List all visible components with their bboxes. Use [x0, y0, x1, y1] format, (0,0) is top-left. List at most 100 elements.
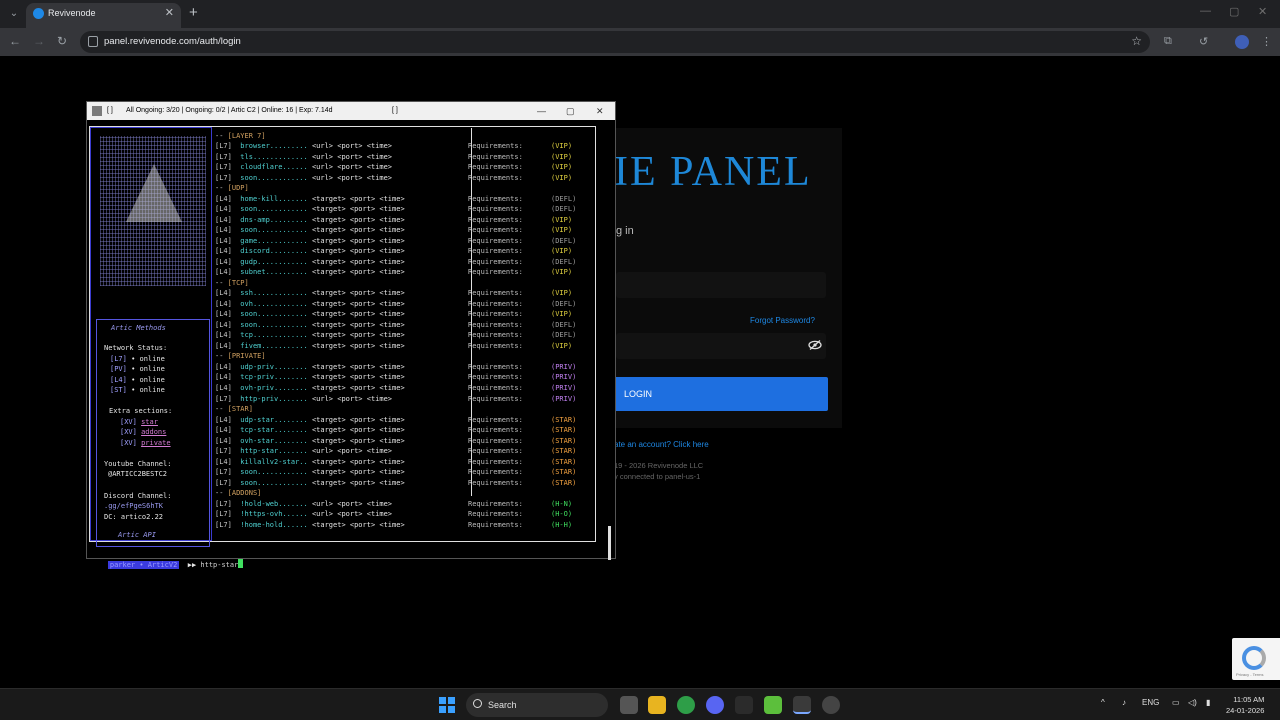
terminal-scrollbar[interactable]: [608, 526, 611, 560]
recaptcha-icon: [1242, 646, 1266, 670]
extra-link-star[interactable]: star: [141, 418, 158, 426]
address-bar[interactable]: panel.revivenode.com/auth/login ☆: [80, 31, 1150, 53]
task-view-icon[interactable]: [620, 696, 638, 714]
app-cube-icon[interactable]: [764, 696, 782, 714]
method-row: [L4] udp-priv........ <target> <port> <t…: [215, 362, 576, 373]
history-icon[interactable]: ↺: [1199, 35, 1208, 48]
method-args: <target> <port> <time>: [311, 215, 405, 224]
windows-start-icon[interactable]: [439, 697, 455, 713]
category-dashes: --: [215, 278, 224, 287]
profile-avatar[interactable]: [1235, 35, 1249, 49]
extra-link-private[interactable]: private: [141, 439, 171, 447]
clock-date: 24-01-2026: [1226, 706, 1265, 715]
chevron-up-icon[interactable]: ^: [1101, 698, 1105, 707]
method-args: <target> <port> <time>: [311, 257, 405, 266]
close-tab-icon[interactable]: ✕: [165, 3, 174, 24]
kebab-menu-icon[interactable]: ⋮: [1261, 35, 1272, 48]
method-layer: [L4]: [215, 289, 232, 298]
method-name: http-priv.......: [240, 394, 308, 403]
requirement-badge: (VIP): [551, 341, 573, 350]
method-layer: [L7]: [215, 468, 232, 477]
close-window-button[interactable]: ✕: [1258, 5, 1267, 18]
method-layer: [L4]: [215, 310, 232, 319]
method-name: soon............: [240, 320, 308, 329]
sidebar-footer: Artic API: [118, 531, 156, 539]
battery-icon[interactable]: ▮: [1206, 698, 1210, 707]
requirement-badge: (STAR): [551, 447, 577, 456]
terminal-app-taskbar-icon[interactable]: [793, 696, 811, 714]
prompt-input[interactable]: http-star: [200, 561, 238, 569]
command-prompt[interactable]: parker • ArticV2 ▶▶ http-star: [91, 549, 244, 569]
category-dashes: --: [215, 352, 224, 361]
recaptcha-badge[interactable]: Privacy - Terms: [1232, 638, 1280, 680]
url-text[interactable]: panel.revivenode.com/auth/login: [104, 31, 241, 53]
method-row: [L4] game............ <target> <port> <t…: [215, 236, 576, 247]
method-args: <target> <port> <time>: [311, 436, 405, 445]
method-name: !hold-web.......: [240, 499, 308, 508]
eye-slash-icon[interactable]: [808, 340, 822, 350]
forward-arrow-icon[interactable]: →: [33, 34, 45, 48]
terminal-body[interactable]: Artic Methods Network Status: [L7] • onl…: [87, 120, 615, 560]
status-value: • online: [131, 355, 165, 363]
terminal-close-button[interactable]: ✕: [596, 102, 604, 120]
file-explorer-icon[interactable]: [648, 696, 666, 714]
mic-icon[interactable]: ♪: [1122, 698, 1126, 707]
taskbar-search-input[interactable]: Search: [466, 693, 608, 717]
revivenode-favicon-icon: [33, 8, 44, 19]
requirement-badge: (VIP): [551, 173, 573, 182]
tab-search-icon[interactable]: ⌄: [6, 6, 22, 22]
method-layer: [L7]: [215, 152, 232, 161]
extensions-puzzle-icon[interactable]: ⧉: [1164, 35, 1172, 48]
terminal-maximize-button[interactable]: ▢: [566, 102, 575, 120]
password-field[interactable]: [616, 333, 826, 359]
network-icon[interactable]: ▭: [1172, 698, 1180, 707]
method-row: [L7] !hold-web....... <url> <port> <time…: [215, 499, 572, 510]
create-account-link[interactable]: ate an account? Click here: [614, 440, 709, 449]
reload-icon[interactable]: ↻: [57, 34, 67, 48]
minimize-window-button[interactable]: —: [1200, 5, 1211, 17]
requirement-badge: (STAR): [551, 478, 577, 487]
method-layer: [L4]: [215, 362, 232, 371]
language-indicator[interactable]: ENG: [1142, 698, 1159, 707]
method-args: <url> <port> <time>: [311, 394, 393, 403]
new-tab-button[interactable]: +: [189, 4, 198, 21]
method-name: !https-ovh......: [240, 510, 308, 519]
back-arrow-icon[interactable]: ←: [9, 34, 21, 48]
bookmark-star-icon[interactable]: ☆: [1131, 34, 1142, 48]
app-circle-icon[interactable]: [822, 696, 840, 714]
method-name: soon............: [240, 226, 308, 235]
site-info-icon[interactable]: [88, 36, 98, 47]
method-layer: [L4]: [215, 194, 232, 203]
title-bracket-right: [ ]: [392, 107, 398, 114]
requirement-badge: (DEFL): [551, 320, 577, 329]
extra-row-addons: [XV] addons: [120, 428, 166, 436]
chrome-icon[interactable]: [677, 696, 695, 714]
email-field[interactable]: [616, 272, 826, 298]
category-label: [LAYER 7]: [227, 131, 266, 140]
requirements-label: Requirements:: [468, 499, 523, 508]
method-args: <url> <port> <time>: [311, 173, 393, 182]
requirements-label: Requirements:: [468, 152, 523, 161]
recaptcha-text[interactable]: Privacy - Terms: [1236, 672, 1263, 677]
discord-icon[interactable]: [706, 696, 724, 714]
system-clock[interactable]: 11:05 AM 24-01-2026: [1226, 694, 1264, 716]
forgot-password-link[interactable]: Forgot Password?: [750, 316, 815, 325]
maximize-window-button[interactable]: ▢: [1229, 5, 1239, 18]
requirements-label: Requirements:: [468, 163, 523, 172]
method-name: tcp-priv........: [240, 373, 308, 382]
method-args: <target> <port> <time>: [311, 415, 405, 424]
method-name: udp-priv........: [240, 362, 308, 371]
terminal-title: All Ongoing: 3/20 | Ongoing: 0/2 | Artic…: [126, 107, 333, 114]
app-pen-icon[interactable]: [735, 696, 753, 714]
login-button[interactable]: LOGIN: [612, 377, 828, 411]
method-name: tcp-star........: [240, 426, 308, 435]
extra-link-addons[interactable]: addons: [141, 428, 166, 436]
requirements-label: Requirements:: [468, 173, 523, 182]
tab-revivenode[interactable]: Revivenode ✕: [26, 3, 181, 28]
terminal-minimize-button[interactable]: —: [537, 102, 546, 120]
terminal-window[interactable]: [ ] All Ongoing: 3/20 | Ongoing: 0/2 | A…: [86, 101, 616, 569]
terminal-titlebar[interactable]: [ ] All Ongoing: 3/20 | Ongoing: 0/2 | A…: [87, 102, 615, 120]
method-row: [L4] subnet.......... <target> <port> <t…: [215, 267, 572, 278]
requirement-badge: (VIP): [551, 289, 573, 298]
volume-icon[interactable]: ◁): [1188, 698, 1197, 707]
